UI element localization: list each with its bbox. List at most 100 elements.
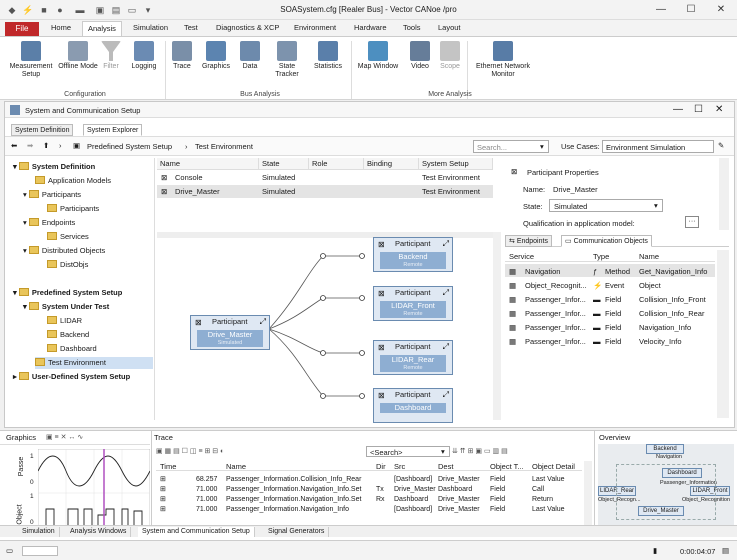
table-row[interactable]: ⊠ Drive_Master Simulated Test Environmen… bbox=[157, 185, 493, 198]
diagram-vertical-scrollbar[interactable] bbox=[493, 232, 501, 420]
tab-simulation[interactable]: Simulation bbox=[133, 23, 168, 32]
search-dropdown-icon[interactable]: ▾ bbox=[540, 142, 544, 151]
breadcrumb-item[interactable]: Test Environment bbox=[195, 142, 253, 151]
up-arrow-icon[interactable]: ⬆ bbox=[43, 141, 49, 150]
offline-mode-button[interactable]: Offline Mode bbox=[58, 41, 98, 71]
trace-toolbar[interactable]: ▣ ▦ ▤ ☐ ◫ ≡ ⊞ ⊟ ◐ bbox=[156, 447, 224, 455]
table-row[interactable]: ⊠ Console Simulated Test Environment bbox=[157, 171, 493, 184]
participant-node-lidar-front[interactable]: ⊠ Participant ⤢ LIDAR_Front Remote bbox=[373, 286, 453, 321]
state-tracker-button[interactable]: State Tracker bbox=[268, 41, 306, 79]
tab-test[interactable]: Test bbox=[184, 23, 198, 32]
graphics-toolbar[interactable]: ▣ ≡ ✕ ↔ ∿ bbox=[46, 433, 83, 441]
tree-item[interactable]: ▾ Distributed Objects bbox=[23, 245, 105, 257]
edit-pencil-icon[interactable]: ✎ bbox=[718, 141, 724, 150]
column-header[interactable]: Dest bbox=[438, 462, 453, 471]
more-options-button[interactable]: ··· bbox=[685, 216, 699, 228]
column-header[interactable]: Role bbox=[309, 158, 364, 170]
trace-nav-toolbar[interactable]: ⇊ ⇈ ⊞ ▣ ▭ ▥ ▤ bbox=[452, 447, 508, 455]
tree-item[interactable]: Backend bbox=[47, 329, 89, 341]
splitter[interactable] bbox=[154, 158, 155, 420]
tree-item[interactable]: ▾ System Definition bbox=[13, 161, 95, 173]
tab-analysis-windows[interactable]: Analysis Windows bbox=[66, 527, 132, 537]
trace-row[interactable]: ⊞ 71.000 Passenger_Information.Navigatio… bbox=[156, 495, 582, 504]
expand-icon[interactable]: ⊞ bbox=[160, 495, 166, 504]
trace-search-input[interactable]: <Search> ▾ bbox=[366, 446, 450, 457]
expand-icon[interactable]: ⤢ bbox=[443, 390, 449, 400]
overview-map[interactable]: Backend Navigation Dashboard LIDAR_Rear … bbox=[598, 444, 734, 526]
expand-icon[interactable]: ⤢ bbox=[443, 342, 449, 352]
video-button[interactable]: Video bbox=[406, 41, 434, 71]
column-header[interactable]: Type bbox=[593, 252, 609, 261]
tree-item[interactable]: LIDAR bbox=[47, 315, 82, 327]
expand-icon[interactable]: ⊞ bbox=[160, 505, 166, 514]
data-button[interactable]: Data bbox=[237, 41, 263, 71]
tree-item[interactable]: ▾ Predefined System Setup bbox=[13, 287, 122, 299]
tree-item[interactable]: Participants bbox=[47, 203, 99, 215]
back-arrow-icon[interactable]: ⬅ bbox=[11, 141, 17, 150]
trace-button[interactable]: Trace bbox=[168, 41, 196, 71]
comm-object-row[interactable]: ▦ Passenger_Infor... ▬ Field Velocity_In… bbox=[505, 334, 715, 347]
tab-endpoints[interactable]: ⇆ Endpoints bbox=[505, 235, 552, 247]
breadcrumb-item[interactable]: Predefined System Setup bbox=[87, 142, 172, 151]
comm-object-row[interactable]: ▦ Object_Recognit... ⚡ Event Object bbox=[505, 278, 715, 291]
logging-button[interactable]: Logging bbox=[126, 41, 162, 71]
expand-icon[interactable]: ⊞ bbox=[160, 485, 166, 494]
statistics-button[interactable]: Statistics bbox=[309, 41, 347, 71]
tree-item[interactable]: ▾ Endpoints bbox=[23, 217, 75, 229]
tab-system-definition[interactable]: System Definition bbox=[11, 124, 74, 136]
tree-item[interactable]: ▸ User-Defined System Setup bbox=[13, 371, 130, 383]
comm-object-row[interactable]: ▦ Passenger_Infor... ▬ Field Navigation_… bbox=[505, 320, 715, 333]
expand-icon[interactable]: ⤢ bbox=[260, 317, 266, 327]
column-header[interactable]: Dir bbox=[376, 462, 386, 471]
state-select[interactable]: Simulated ▾ bbox=[549, 199, 663, 212]
close-button[interactable]: ✕ bbox=[710, 3, 732, 17]
column-header[interactable]: Binding bbox=[364, 158, 419, 170]
column-header[interactable]: Src bbox=[394, 462, 405, 471]
tab-environment[interactable]: Environment bbox=[294, 23, 336, 32]
filter-button[interactable]: Filter bbox=[99, 41, 123, 71]
search-input[interactable]: Search... ▾ bbox=[473, 140, 549, 153]
column-header[interactable]: Name bbox=[226, 462, 246, 471]
use-cases-select[interactable]: Environment Simulation bbox=[602, 140, 714, 153]
tree-item[interactable]: Dashboard bbox=[47, 343, 97, 355]
tab-tools[interactable]: Tools bbox=[403, 23, 421, 32]
comm-object-row[interactable]: ▦ Navigation ƒ Method Get_Navigation_Inf… bbox=[505, 264, 715, 277]
tab-layout[interactable]: Layout bbox=[438, 23, 461, 32]
comm-object-row[interactable]: ▦ Passenger_Infor... ▬ Field Collision_I… bbox=[505, 292, 715, 305]
tab-signal-generators[interactable]: Signal Generators bbox=[264, 527, 330, 537]
tree-item-selected[interactable]: Test Environment bbox=[35, 357, 153, 369]
status-input[interactable] bbox=[22, 546, 58, 556]
tab-system-communication-setup[interactable]: System and Communication Setup bbox=[138, 527, 255, 537]
trace-row[interactable]: ⊞ 71.000 Passenger_Information.Navigatio… bbox=[156, 505, 582, 514]
participant-node-dashboard[interactable]: ⊠ Participant ⤢ Dashboard bbox=[373, 388, 453, 423]
tab-hardware[interactable]: Hardware bbox=[354, 23, 387, 32]
forward-arrow-icon[interactable]: ➡ bbox=[27, 141, 33, 150]
measurement-setup-button[interactable]: Measurement Setup bbox=[6, 41, 56, 79]
column-header[interactable]: Service bbox=[509, 252, 534, 261]
column-header[interactable]: Name bbox=[639, 252, 659, 261]
tree-item[interactable]: DistObjs bbox=[47, 259, 88, 271]
participant-node-lidar-rear[interactable]: ⊠ Participant ⤢ LIDAR_Rear Remote bbox=[373, 340, 453, 375]
overview-viewport[interactable] bbox=[616, 464, 716, 520]
trace-row[interactable]: ⊞ 71.000 Passenger_Information.Navigatio… bbox=[156, 485, 582, 494]
minimize-button[interactable]: — bbox=[650, 3, 672, 17]
tab-analysis[interactable]: Analysis bbox=[82, 21, 122, 36]
column-header[interactable]: State bbox=[259, 158, 309, 170]
tree-item[interactable]: ▾ System Under Test bbox=[23, 301, 109, 313]
maximize-button[interactable]: ☐ bbox=[680, 3, 702, 17]
column-header[interactable]: Name bbox=[157, 158, 259, 170]
panel-restore-button[interactable]: ☐ bbox=[694, 104, 703, 115]
file-menu[interactable]: File bbox=[5, 22, 39, 36]
panel-minimize-button[interactable]: — bbox=[673, 104, 683, 115]
graphics-button[interactable]: Graphics bbox=[199, 41, 233, 71]
comm-object-row[interactable]: ▦ Passenger_Infor... ▬ Field Collision_I… bbox=[505, 306, 715, 319]
ethernet-network-monitor-button[interactable]: Ethernet Network Monitor bbox=[470, 41, 536, 79]
trace-row[interactable]: ⊞ 68.257 Passenger_Information.Collision… bbox=[156, 475, 582, 484]
expand-icon[interactable]: ⤢ bbox=[443, 239, 449, 249]
tab-diagnostics-xcp[interactable]: Diagnostics & XCP bbox=[216, 23, 279, 32]
tree-item[interactable]: ▾ Participants bbox=[23, 189, 81, 201]
column-header[interactable]: Object T... bbox=[490, 462, 524, 471]
column-header[interactable]: System Setup bbox=[419, 158, 493, 170]
map-window-button[interactable]: Map Window bbox=[354, 41, 402, 71]
signal-plot[interactable] bbox=[38, 449, 150, 537]
